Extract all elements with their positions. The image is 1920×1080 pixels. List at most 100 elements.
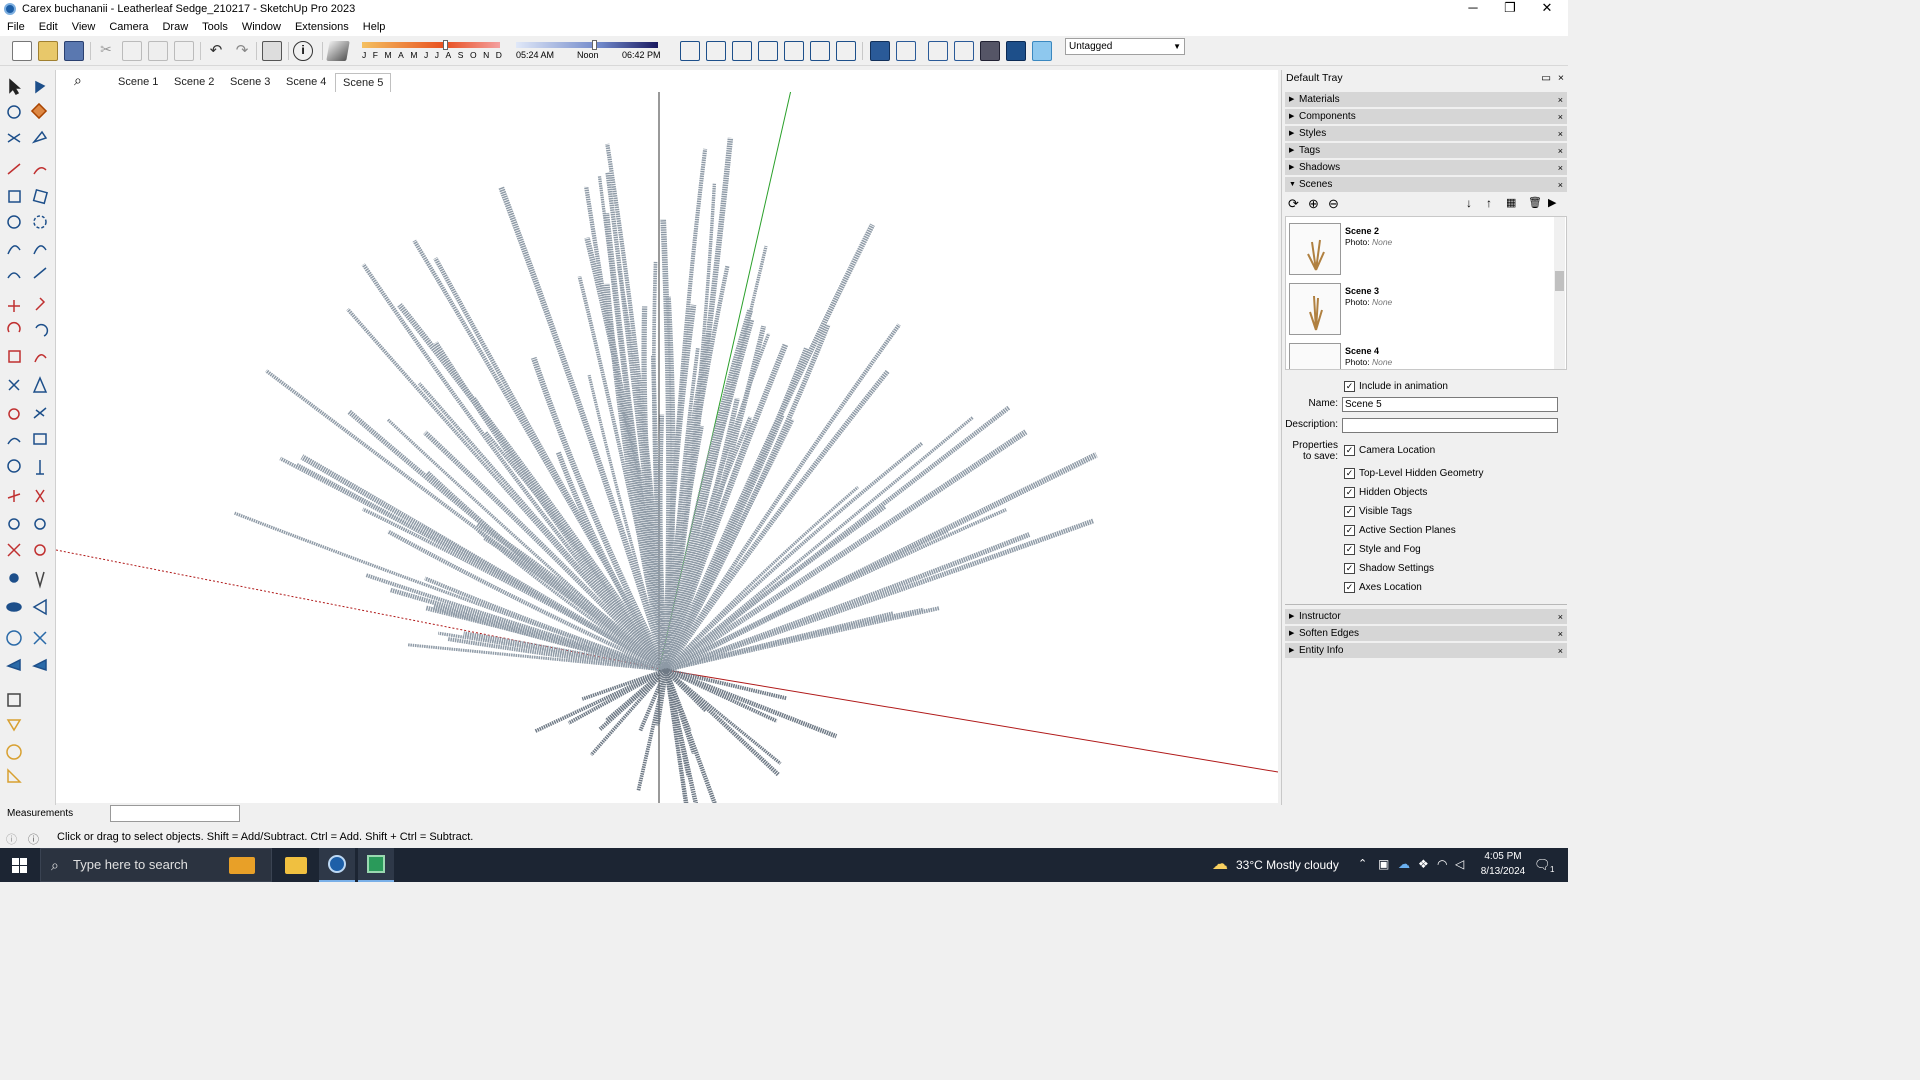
scene-description-field[interactable] [1342, 418, 1558, 433]
paste-icon[interactable] [148, 41, 168, 61]
property-checkbox[interactable]: ✓ Active Section Planes [1344, 523, 1456, 537]
checkbox-checked-icon[interactable]: ✓ [1344, 562, 1355, 574]
front-view-icon[interactable] [732, 41, 752, 61]
open-folder-icon[interactable] [38, 41, 58, 61]
monochrome-icon[interactable] [1032, 41, 1052, 61]
file-explorer-icon[interactable] [285, 857, 307, 874]
time-slider-thumb[interactable] [592, 40, 598, 50]
date-slider-thumb[interactable] [442, 40, 448, 50]
chevron-up-icon[interactable]: ⌃ [1358, 857, 1367, 870]
maximize-button[interactable]: ❐ [1492, 0, 1528, 18]
minimize-button[interactable]: ─ [1455, 0, 1491, 18]
checkbox-checked-icon[interactable]: ✓ [1344, 543, 1355, 555]
move-down-icon[interactable]: ↓ [1466, 196, 1472, 210]
sketchup-taskbar-button[interactable] [319, 848, 355, 882]
property-checkbox[interactable]: ✓ Axes Location [1344, 580, 1422, 594]
close-button[interactable]: ✕ [1529, 0, 1565, 18]
cut-icon[interactable]: ✂ [96, 41, 116, 61]
erase-selection-icon[interactable] [174, 41, 194, 61]
notifications-icon[interactable]: 🗨 [1534, 857, 1551, 873]
dropbox-icon[interactable]: ❖ [1418, 857, 1429, 871]
shaded-textures-icon[interactable] [1006, 41, 1026, 61]
remove-scene-icon[interactable]: ⊖ [1328, 196, 1339, 212]
property-checkbox[interactable]: ✓ Style and Fog [1344, 542, 1421, 556]
clock-date[interactable]: 8/13/2024 [1474, 866, 1532, 877]
tag-dropdown[interactable]: Untagged ▼ [1065, 38, 1185, 55]
pin-icon[interactable]: ▭ [1541, 70, 1551, 86]
include-animation-checkbox[interactable]: ✓ Include in animation [1344, 379, 1448, 393]
save-icon[interactable] [64, 41, 84, 61]
bottom-view-icon[interactable] [836, 41, 856, 61]
menu-extensions[interactable]: Extensions [288, 21, 356, 33]
move-up-icon[interactable]: ↑ [1486, 196, 1492, 210]
checkbox-checked-icon[interactable]: ✓ [1344, 524, 1355, 536]
redo-icon[interactable]: ↷ [232, 41, 252, 61]
checkbox-checked-icon[interactable]: ✓ [1344, 467, 1355, 479]
xray-icon[interactable] [870, 41, 890, 61]
refresh-icon[interactable]: ⟳ [1288, 196, 1299, 212]
close-icon[interactable]: × [1558, 109, 1563, 125]
panel-entity-info[interactable]: ▶ Entity Info × [1285, 643, 1567, 659]
list-item[interactable]: Scene 2 Photo: None [1289, 223, 1549, 279]
model-info-icon[interactable]: i [293, 41, 313, 61]
view-options-icon[interactable]: ▦ [1506, 196, 1516, 209]
panel-instructor[interactable]: ▶ Instructor × [1285, 609, 1567, 625]
tab-scene-5[interactable]: Scene 5 [335, 73, 392, 92]
close-icon[interactable]: × [1558, 126, 1563, 142]
wireframe-icon[interactable] [928, 41, 948, 61]
windows-start-icon[interactable] [12, 858, 27, 873]
right-view-icon[interactable] [758, 41, 778, 61]
back-edges-icon[interactable] [896, 41, 916, 61]
menu-tools[interactable]: Tools [195, 21, 235, 33]
list-item[interactable]: Scene 3 Photo: None [1289, 283, 1549, 339]
menu-help[interactable]: Help [356, 21, 393, 33]
layout-taskbar-button[interactable] [358, 848, 394, 882]
panel-tags[interactable]: ▶ Tags × [1285, 143, 1567, 159]
wifi-icon[interactable]: ◠ [1437, 857, 1447, 871]
left-view-icon[interactable] [810, 41, 830, 61]
delete-icon[interactable]: 🗑 [1528, 196, 1542, 209]
checkbox-checked-icon[interactable]: ✓ [1344, 581, 1355, 593]
menu-window[interactable]: Window [235, 21, 288, 33]
shaded-icon[interactable] [980, 41, 1000, 61]
undo-icon[interactable]: ↶ [206, 41, 226, 61]
iso-view-icon[interactable] [680, 41, 700, 61]
copy-icon[interactable] [122, 41, 142, 61]
property-checkbox[interactable]: ✓ Visible Tags [1344, 504, 1412, 518]
new-file-icon[interactable] [12, 41, 32, 61]
details-icon[interactable]: ▶ [1548, 196, 1556, 209]
list-item[interactable]: Scene 4 Photo: None [1289, 343, 1549, 369]
tray-close-icon[interactable]: × [1558, 70, 1564, 86]
close-icon[interactable]: × [1558, 643, 1563, 659]
panel-soften-edges[interactable]: ▶ Soften Edges × [1285, 626, 1567, 642]
menu-edit[interactable]: Edit [32, 21, 65, 33]
scene-name-field[interactable]: Scene 5 [1342, 397, 1558, 412]
volume-icon[interactable]: ◁ [1455, 857, 1464, 871]
panel-shadows[interactable]: ▶ Shadows × [1285, 160, 1567, 176]
checkbox-checked-icon[interactable]: ✓ [1344, 505, 1355, 517]
menu-draw[interactable]: Draw [155, 21, 195, 33]
close-icon[interactable]: × [1558, 177, 1563, 193]
property-checkbox[interactable]: ✓ Top-Level Hidden Geometry [1344, 466, 1484, 480]
close-icon[interactable]: × [1558, 92, 1563, 108]
weather-text[interactable]: 33°C Mostly cloudy [1236, 858, 1339, 872]
panel-styles[interactable]: ▶ Styles × [1285, 126, 1567, 142]
menu-file[interactable]: File [0, 21, 32, 33]
close-icon[interactable]: × [1558, 609, 1563, 625]
panel-scenes[interactable]: ▼ Scenes × [1285, 177, 1567, 193]
clock-time[interactable]: 4:05 PM [1478, 851, 1528, 862]
device-icon[interactable]: ▣ [1378, 857, 1389, 871]
tab-scene-1[interactable]: Scene 1 [111, 73, 165, 92]
onedrive-icon[interactable]: ☁ [1398, 857, 1410, 871]
property-checkbox[interactable]: ✓ Camera Location [1344, 443, 1435, 457]
menu-view[interactable]: View [65, 21, 103, 33]
scene-list-scrollbar[interactable] [1554, 217, 1565, 369]
checkbox-checked-icon[interactable]: ✓ [1344, 486, 1355, 498]
tab-scene-2[interactable]: Scene 2 [167, 73, 221, 92]
checkbox-checked-icon[interactable]: ✓ [1344, 444, 1355, 456]
briefcase-icon[interactable] [229, 857, 255, 874]
shadow-date-slider[interactable] [362, 42, 500, 48]
add-scene-icon[interactable]: ⊕ [1308, 196, 1319, 212]
checkbox-checked-icon[interactable]: ✓ [1344, 380, 1355, 392]
shadow-time-slider[interactable] [516, 42, 658, 48]
